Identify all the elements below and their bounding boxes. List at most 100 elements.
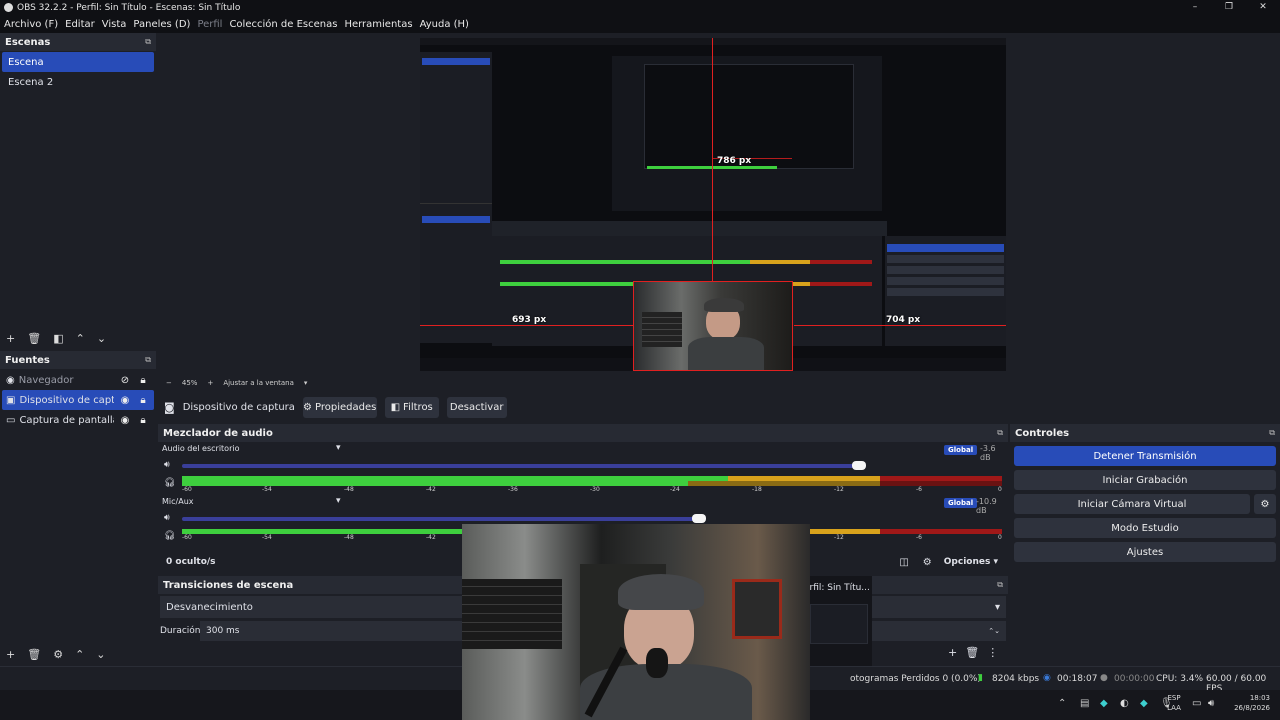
spin-icon[interactable]: ⌃⌄ — [988, 627, 1000, 635]
fit-to-window[interactable]: Ajustar a la ventana — [223, 379, 294, 387]
volume-icon[interactable]: 🔊︎ — [1208, 698, 1214, 709]
undock-icon[interactable]: ⧉ — [997, 580, 1003, 590]
trash-icon[interactable]: 🗑 — [27, 332, 41, 345]
zoom-bar: − 45% + Ajustar a la ventana ▾ — [158, 377, 458, 389]
minimize-button[interactable]: – — [1178, 0, 1212, 15]
options-label: Opciones — [943, 557, 991, 567]
webcam-floating-preview — [462, 524, 810, 720]
network-icon[interactable]: ▭ — [1192, 698, 1201, 709]
volume-slider-handle[interactable] — [692, 514, 706, 523]
add-icon[interactable]: + — [6, 648, 15, 661]
move-up-icon[interactable]: ⌃ — [76, 332, 85, 345]
maximize-button[interactable]: ❐ — [1212, 0, 1246, 15]
advanced-settings-icon[interactable]: ⚙ — [923, 557, 932, 568]
source-item-screen-capture[interactable]: ▭ Captura de pantalla ◉ 🔒︎ — [2, 410, 154, 430]
headphones-icon[interactable]: 🎧︎ — [164, 531, 175, 541]
options-button[interactable]: Opciones ▾ — [944, 557, 998, 567]
eye-hidden-icon[interactable]: ⊘ — [118, 375, 132, 386]
trash-icon[interactable]: 🗑 — [27, 648, 41, 661]
chevron-down-icon[interactable]: ▾ — [304, 379, 308, 387]
scene-item[interactable]: Escena 2 — [2, 72, 154, 92]
undock-icon[interactable]: ⧉ — [1269, 428, 1275, 438]
undock-icon[interactable]: ⧉ — [145, 355, 151, 365]
move-up-icon[interactable]: ⌃ — [75, 648, 84, 661]
camera-icon: ◙ — [164, 400, 175, 414]
studio-mode-button[interactable]: Modo Estudio — [1014, 518, 1276, 538]
tile-wall — [462, 579, 562, 649]
tray-app-icon[interactable]: ◆ — [1140, 698, 1148, 709]
source-item-capture-device[interactable]: ▣ Dispositivo de captura c ◉ 🔒︎ — [2, 390, 154, 410]
gear-icon[interactable]: ⚙ — [53, 648, 63, 661]
clock[interactable]: 18:03 26/8/2026 — [1226, 693, 1270, 713]
preview-canvas[interactable]: 786 px 693 px 704 px — [420, 38, 1006, 371]
trash-icon[interactable]: 🗑 — [965, 646, 979, 659]
source-toolbar: ◙ Dispositivo de captura de v ⚙Propiedad… — [158, 396, 1278, 418]
webcam-source-selected[interactable] — [633, 281, 793, 371]
chevron-up-icon[interactable]: ⌃ — [1058, 698, 1066, 709]
filters-button[interactable]: ◧ Filtros — [384, 396, 439, 418]
controls-title: Controles ⧉ — [1010, 424, 1280, 442]
chevron-down-icon[interactable]: ▾ — [336, 496, 341, 506]
gear-icon: ⚙ — [303, 401, 312, 413]
tick-label: -12 — [834, 486, 844, 493]
filter-icon[interactable]: ◧ — [53, 332, 63, 345]
move-down-icon[interactable]: ⌄ — [97, 332, 106, 345]
start-recording-button[interactable]: Iniciar Grabación — [1014, 470, 1276, 490]
add-icon[interactable]: + — [948, 646, 957, 659]
lock-icon[interactable]: 🔒︎ — [136, 375, 150, 386]
tick-label: -12 — [834, 534, 844, 541]
window-title: OBS 32.2.2 - Perfil: Sin Título - Escena… — [17, 2, 241, 13]
properties-button[interactable]: ⚙ Propiedades — [302, 396, 377, 418]
volume-slider-track[interactable] — [182, 464, 858, 468]
volume-slider-handle[interactable] — [852, 461, 866, 470]
settings-button[interactable]: Ajustes — [1014, 542, 1276, 562]
lock-icon[interactable]: 🔒︎ — [136, 415, 150, 426]
controls-title-text: Controles — [1015, 427, 1070, 439]
tray-app-icon[interactable]: ▤ — [1080, 698, 1089, 709]
preview-area[interactable]: 786 px 693 px 704 px − 45% + Ajustar a l… — [158, 33, 1278, 387]
scenes-title: Escenas — [5, 36, 51, 48]
zoom-in-button[interactable]: + — [207, 379, 213, 387]
deactivate-button[interactable]: Desactivar — [446, 396, 507, 418]
tray-app-icon[interactable]: ◆ — [1100, 698, 1108, 709]
menu-coleccion-escenas[interactable]: Colección de Escenas — [229, 19, 337, 30]
scene-item[interactable]: Escena — [2, 52, 154, 72]
menu-ayuda[interactable]: Ayuda (H) — [420, 19, 469, 30]
start-virtual-camera-button[interactable]: Iniciar Cámara Virtual — [1014, 494, 1250, 514]
undock-icon[interactable]: ⧉ — [997, 428, 1003, 438]
zoom-out-button[interactable]: − — [166, 379, 172, 387]
menu-editar[interactable]: Editar — [65, 19, 95, 30]
menu-perfil[interactable]: Perfil — [197, 19, 222, 30]
add-icon[interactable]: + — [6, 332, 15, 345]
more-icon[interactable]: ⋮ — [987, 646, 998, 659]
language-indicator[interactable]: ESP LAA — [1164, 693, 1184, 713]
eye-icon[interactable]: ◉ — [118, 415, 132, 426]
lock-icon[interactable]: 🔒︎ — [136, 395, 150, 406]
tray-app-icon[interactable]: ◐ — [1120, 698, 1129, 709]
speaker-icon[interactable]: 🔊︎ — [164, 513, 170, 523]
menu-paneles[interactable]: Paneles (D) — [133, 19, 190, 30]
virtual-camera-settings-gear-icon[interactable]: ⚙ — [1254, 494, 1276, 514]
tick-label: -6 — [916, 486, 922, 493]
tick-label: -42 — [426, 534, 436, 541]
menu-archivo[interactable]: Archivo (F) — [4, 19, 58, 30]
close-button[interactable]: ✕ — [1246, 0, 1280, 15]
chevron-down-icon[interactable]: ▾ — [336, 443, 341, 453]
source-item-navegador[interactable]: ◉ Navegador ⊘ 🔒︎ — [2, 370, 154, 390]
menu-vista[interactable]: Vista — [102, 19, 127, 30]
undock-icon[interactable]: ⧉ — [145, 37, 151, 47]
eye-icon[interactable]: ◉ — [118, 395, 132, 406]
move-down-icon[interactable]: ⌄ — [96, 648, 105, 661]
headphones-icon[interactable]: 🎧︎ — [164, 478, 175, 488]
overlay-window-title: erfil: Sin Títu... — [804, 583, 870, 593]
global-badge: Global — [944, 445, 978, 455]
source-label: Captura de pantalla — [19, 414, 114, 426]
speaker-icon[interactable]: 🔊︎ — [164, 460, 170, 470]
measure-label-right: 704 px — [886, 315, 921, 325]
tick-label: 0 — [998, 486, 1002, 493]
stop-streaming-button[interactable]: Detener Transmisión — [1014, 446, 1276, 466]
layout-icon[interactable]: ◫ — [899, 557, 908, 568]
tick-label: -6 — [916, 534, 922, 541]
volume-slider-track[interactable] — [182, 517, 698, 521]
menu-herramientas[interactable]: Herramientas — [344, 19, 412, 30]
